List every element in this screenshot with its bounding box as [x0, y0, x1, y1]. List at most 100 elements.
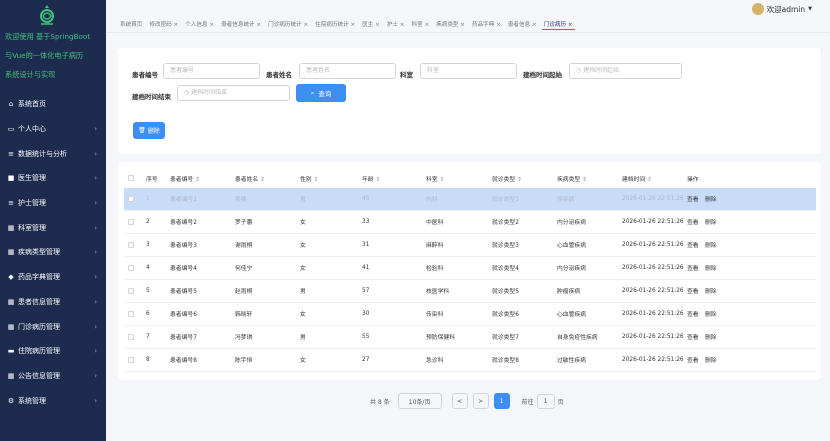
column-header[interactable]: 就诊类型 ⇕ [492, 174, 522, 183]
sidebar-item[interactable]: ▦ 科室管理 › [0, 215, 106, 240]
sort-icon[interactable]: ⇕ [376, 177, 381, 183]
patient-no-input[interactable]: 患者编号 [163, 63, 260, 79]
view-link[interactable]: 查看 [687, 217, 699, 226]
goto-page-input[interactable]: 1 [536, 393, 555, 409]
column-header[interactable]: 建档时间 ⇕ [622, 174, 652, 183]
tab[interactable]: 系统首页 [118, 19, 144, 30]
app-title-line: 与Vue的一体化电子病历 [5, 51, 84, 60]
cell-visit: 就诊类型6 [492, 312, 519, 319]
next-page-button[interactable]: > [472, 393, 489, 409]
tab[interactable]: 个人信息 × [183, 19, 216, 30]
delete-link[interactable]: 删除 [705, 355, 717, 364]
tab[interactable]: 门诊病历 × [541, 19, 575, 30]
goto-suffix: 页 [557, 398, 564, 406]
row-checkbox[interactable] [128, 264, 134, 271]
delete-link[interactable]: 删除 [705, 332, 717, 341]
delete-link[interactable]: 删除 [705, 194, 717, 203]
cell-age: 31 [362, 241, 370, 248]
table-row[interactable]: 3 患者编号3 谢雨桐 女 31 麻醉科 就诊类型3 心血管疾病 2026-01-26 22:5… [124, 234, 816, 257]
column-header[interactable]: 疾病类型 ⇕ [557, 174, 587, 183]
sort-icon[interactable]: ⇕ [314, 177, 319, 183]
sort-icon[interactable]: ⇕ [260, 177, 265, 183]
sidebar-item[interactable]: ≡ 护士管理 › [0, 191, 106, 216]
view-link[interactable]: 查看 [687, 332, 699, 341]
page-size-select[interactable]: 10条/页 [397, 393, 442, 409]
tab[interactable]: 疾病类型 × [434, 19, 467, 30]
tab[interactable]: 修改密码 × [147, 19, 180, 30]
column-header[interactable]: 性别 ⇕ [300, 174, 318, 183]
delete-link[interactable]: 删除 [705, 263, 717, 272]
batch-delete-button[interactable]: 🗑 删除 [133, 122, 165, 139]
tab[interactable]: 住院病历统计 × [313, 19, 357, 30]
table-row[interactable]: 2 患者编号2 罗子蕙 女 33 中医科 就诊类型2 内分泌疾病 2026-01-26 22:5… [124, 211, 816, 234]
view-link[interactable]: 查看 [687, 240, 699, 249]
column-header[interactable]: 科室 ⇕ [426, 174, 444, 183]
view-link[interactable]: 查看 [687, 309, 699, 318]
sidebar-item[interactable]: ▬ 住院病历管理 › [0, 339, 106, 364]
select-all-checkbox[interactable] [128, 175, 134, 181]
dept-label: 科室 [400, 71, 413, 79]
tab[interactable]: 患者信息 × [506, 19, 539, 30]
sidebar-item[interactable]: ◆ 药品字典管理 › [0, 265, 106, 290]
column-header[interactable]: 患者编号 ⇕ [170, 174, 200, 183]
start-date-input[interactable]: ◷ 建档时间起始 [569, 63, 682, 79]
user-menu[interactable]: 欢迎admin ▼ [751, 3, 812, 15]
sidebar-item[interactable]: ▦ 门诊病历管理 › [0, 314, 106, 339]
table-row[interactable]: 4 患者编号4 何佳宁 女 41 检验科 就诊类型4 内分泌疾病 2026-01-26 22:5… [124, 257, 816, 280]
row-checkbox[interactable] [128, 287, 134, 294]
row-checkbox[interactable] [128, 241, 134, 248]
tab[interactable]: 患者信息统计 × [219, 19, 263, 30]
table-row[interactable]: 1 患者编号1 吴强 男 45 内科 就诊类型1 传染病 2026-01-26 22:51:26… [124, 188, 816, 211]
delete-link[interactable]: 删除 [705, 217, 717, 226]
tab[interactable]: 门诊病历统计 × [266, 19, 310, 30]
column-header[interactable]: 年龄 ⇕ [362, 174, 380, 183]
column-header[interactable]: 患者姓名 ⇕ [235, 174, 265, 183]
table-row[interactable]: 6 患者编号6 韩晓轩 女 30 传染科 就诊类型6 心血管疾病 2026-01-26 22:5… [124, 303, 816, 326]
dept-input[interactable]: 科室 [420, 63, 517, 79]
delete-link[interactable]: 删除 [705, 309, 717, 318]
sidebar-item[interactable]: ▦ 患者信息管理 › [0, 290, 106, 315]
row-checkbox[interactable] [128, 310, 134, 317]
sort-icon[interactable]: ⇕ [517, 177, 522, 183]
delete-link[interactable]: 删除 [705, 286, 717, 295]
table-row[interactable]: 5 患者编号5 赵雨桐 男 57 核医学科 就诊类型5 肿瘤疾病 2026-01-26 22:5… [124, 280, 816, 303]
tab[interactable]: 药品字典 × [470, 19, 503, 30]
page-number-current[interactable]: 1 [493, 393, 510, 409]
sidebar-item[interactable]: ≡ 数据统计与分析 › [0, 141, 106, 166]
table-row[interactable]: 8 患者编号8 陈宇恒 女 27 急诊科 就诊类型8 过敏性疾病 2026-01-26 22:5… [124, 349, 816, 372]
row-checkbox[interactable] [128, 356, 134, 363]
sidebar-item[interactable]: ■ 医生管理 › [0, 166, 106, 191]
sidebar-item[interactable]: ⌂ 系统首页 [0, 92, 106, 117]
sort-icon[interactable]: ⇕ [195, 177, 200, 183]
patient-name-input[interactable]: 患者姓名 [299, 63, 396, 79]
sort-icon[interactable]: ⇕ [440, 177, 445, 183]
cell-pid: 患者编号8 [170, 358, 197, 365]
chevron-right-icon: › [94, 371, 97, 380]
delete-link[interactable]: 删除 [705, 240, 717, 249]
view-link[interactable]: 查看 [687, 263, 699, 272]
view-link[interactable]: 查看 [687, 194, 699, 203]
prev-page-button[interactable]: < [451, 393, 468, 409]
sort-icon[interactable]: ⇕ [582, 177, 587, 183]
table-row[interactable]: 7 患者编号7 冯梦琪 男 55 预防保健科 就诊类型7 自身免疫性疾病 2026-01-26 … [124, 326, 816, 349]
tab[interactable]: 医生 × [360, 19, 382, 30]
sort-icon[interactable]: ⇕ [647, 177, 652, 183]
grid-icon: ▦ [7, 322, 15, 331]
sidebar-item[interactable]: ⚙ 系统管理 › [0, 388, 106, 413]
row-checkbox[interactable] [128, 333, 134, 340]
row-checkbox[interactable] [128, 218, 134, 225]
end-date-input[interactable]: ◷ 建档时间结束 [177, 85, 290, 101]
tab[interactable]: 科室 × [409, 19, 431, 30]
column-header-label: 年龄 [362, 176, 374, 183]
sidebar-item[interactable]: ▭ 个人中心 › [0, 117, 106, 142]
sidebar-item-label: 医生管理 [18, 174, 46, 183]
view-link[interactable]: 查看 [687, 355, 699, 364]
tab[interactable]: 护士 × [385, 19, 407, 30]
view-link[interactable]: 查看 [687, 286, 699, 295]
sidebar-item[interactable]: ▦ 公告信息管理 › [0, 364, 106, 389]
cell-time: 2026-01-26 22:51:26 [622, 195, 684, 202]
divider [106, 32, 830, 33]
sidebar-item[interactable]: ▦ 疾病类型管理 › [0, 240, 106, 265]
row-checkbox[interactable] [128, 195, 134, 202]
query-button[interactable]: ⌕ 查询 [296, 84, 346, 102]
